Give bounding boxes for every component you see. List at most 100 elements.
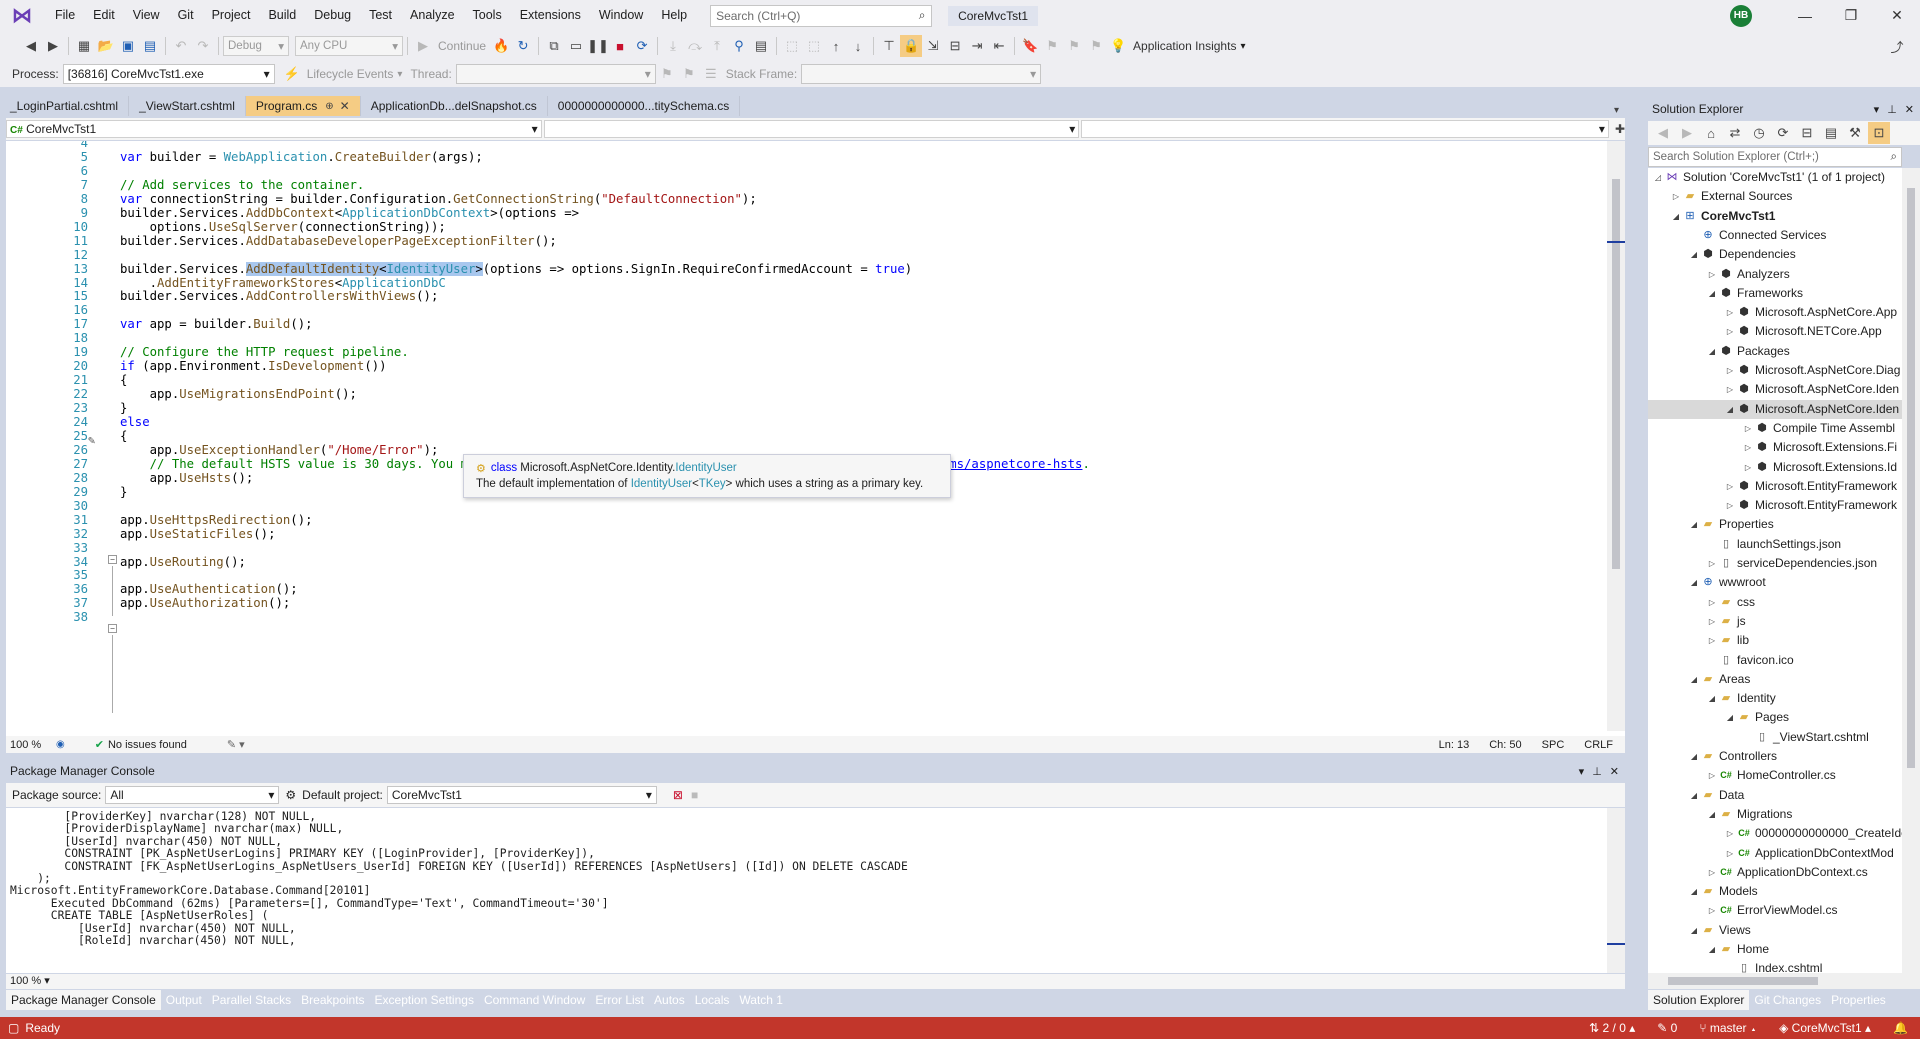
doc-tab[interactable]: _LoginPartial.cshtml [0, 96, 130, 116]
tree-item[interactable]: ▷ ⬢ Microsoft.Extensions.Fi [1742, 438, 1897, 457]
whitespace-indicator[interactable]: SPC [1542, 739, 1565, 751]
indent-icon[interactable]: ⇥ [966, 35, 988, 57]
se-tab-git-changes[interactable]: Git Changes [1749, 990, 1826, 1010]
tree-item[interactable]: ▷ C# HomeController.cs [1706, 766, 1836, 785]
thread-select[interactable]: ▾ [455, 64, 656, 84]
expand-arrow-icon[interactable]: ◢ [1706, 689, 1718, 708]
expand-arrow-icon[interactable]: ▷ [1706, 631, 1718, 650]
next-bookmark-icon[interactable]: ⚑ [1063, 35, 1085, 57]
expand-arrow-icon[interactable]: ▷ [1724, 477, 1736, 496]
se-vertical-scrollbar[interactable] [1902, 168, 1920, 973]
expand-arrow-icon[interactable]: ◢ [1706, 805, 1718, 824]
code-line[interactable]: builder.Services.AddDatabaseDeveloperPag… [120, 233, 557, 250]
expand-arrow-icon[interactable]: ◢ [1724, 400, 1736, 419]
code-line[interactable]: builder.Services.AddControllersWithViews… [120, 288, 438, 305]
expand-arrow-icon[interactable]: ▷ [1742, 458, 1754, 477]
menu-build[interactable]: Build [259, 0, 305, 31]
undo-icon[interactable]: ↶ [170, 35, 192, 57]
doc-tab[interactable]: 0000000000000...titySchema.cs [548, 96, 741, 116]
lifecycle-events-button[interactable]: Lifecycle Events [303, 67, 398, 81]
tree-item[interactable]: ▷ ⬢ Microsoft.AspNetCore.App [1724, 303, 1897, 322]
diagnostic-icon[interactable]: ⚲ [728, 35, 750, 57]
tree-item[interactable]: ▷ ▰ External Sources [1670, 187, 1792, 206]
git-changes-status[interactable]: ⇅ 2 / 0 ▴ [1589, 1021, 1635, 1035]
tree-item[interactable]: ▷ C# 00000000000000_CreateIde [1724, 824, 1902, 843]
se-tab-solution-explorer[interactable]: Solution Explorer [1648, 990, 1750, 1010]
application-insights-dropdown-icon[interactable]: ▾ [1240, 41, 1245, 52]
pmc-output[interactable]: [ProviderKey] nvarchar(128) NOT NULL, [P… [6, 808, 1625, 973]
tree-item[interactable]: ▷ ⬢ Microsoft.AspNetCore.Diag [1724, 361, 1900, 380]
se-properties-icon[interactable]: ⚒ [1844, 122, 1866, 144]
split-icon[interactable]: ⊟ [944, 35, 966, 57]
pmc-close-icon[interactable]: ✕ [1610, 765, 1619, 778]
code-line[interactable]: if (app.Environment.IsDevelopment()) [120, 358, 387, 375]
expand-arrow-icon[interactable]: ◢ [1706, 284, 1718, 303]
repo-status[interactable]: ◈ CoreMvcTst1 ▴ [1779, 1021, 1871, 1035]
avatar[interactable]: HB [1730, 4, 1752, 27]
tree-item[interactable]: ◢ ⬢ Packages [1706, 342, 1790, 361]
back-icon[interactable]: ◀ [20, 35, 42, 57]
expand-arrow-icon[interactable]: ▷ [1670, 187, 1682, 206]
menu-debug[interactable]: Debug [305, 0, 360, 31]
se-tab-properties[interactable]: Properties [1826, 990, 1891, 1010]
se-preview-icon[interactable]: ⊡ [1868, 122, 1890, 144]
save-icon[interactable]: ▣ [117, 35, 139, 57]
stack-icon[interactable]: ☰ [700, 63, 722, 85]
tree-item[interactable]: ▷ ⬢ Microsoft.Extensions.Id [1742, 458, 1897, 477]
search-input[interactable]: Search (Ctrl+Q) ⌕ [710, 4, 933, 27]
tree-item[interactable]: ◢ ▰ Properties [1688, 515, 1774, 534]
tree-item[interactable]: ▷ C# ErrorViewModel.cs [1706, 901, 1838, 920]
tree-item[interactable]: ▷ ⬢ Microsoft.EntityFramework [1724, 477, 1897, 496]
live-share-icon[interactable]: ⤴ [1886, 35, 1908, 57]
continue-button[interactable]: Continue [434, 39, 490, 53]
tool-tab-output[interactable]: Output [161, 990, 207, 1010]
step-into-icon[interactable]: ⤓ [662, 35, 684, 57]
platform-select[interactable]: Any CPU ▾ [295, 36, 403, 56]
menu-test[interactable]: Test [360, 0, 401, 31]
split-editor-icon[interactable]: ✚ [1611, 122, 1625, 136]
process-select[interactable]: [36816] CoreMvcTst1.exe ▾ [62, 64, 275, 84]
expand-arrow-icon[interactable]: ◢ [1688, 515, 1700, 534]
pmc-zoom[interactable]: 100 % ▾ [6, 974, 1625, 989]
tree-item[interactable]: ◢ ▰ Home [1706, 940, 1769, 959]
layout-icon[interactable]: ▭ [565, 35, 587, 57]
tree-item[interactable]: ▷ C# ApplicationDbContextMod [1724, 844, 1894, 863]
tree-item[interactable]: ▯ _ViewStart.cshtml [1742, 728, 1869, 747]
restore-button[interactable]: ❐ [1828, 7, 1874, 24]
tool-tab-locals[interactable]: Locals [690, 990, 735, 1010]
pmc-dropdown-icon[interactable]: ▾ [1579, 765, 1585, 778]
tooltip-desc-type[interactable]: IdentityUser [631, 478, 692, 490]
format-icon[interactable]: ⇲ [922, 35, 944, 57]
expand-arrow-icon[interactable]: ▷ [1724, 380, 1736, 399]
uncomment-icon[interactable]: ⬚ [803, 35, 825, 57]
tree-item[interactable]: ◢ ▰ Controllers [1688, 747, 1777, 766]
editor-zoom[interactable]: 100 % [6, 739, 56, 751]
tool-tab-parallel-stacks[interactable]: Parallel Stacks [207, 990, 296, 1010]
tree-item[interactable]: ▷ C# ApplicationDbContext.cs [1706, 863, 1868, 882]
col-indicator[interactable]: Ch: 50 [1489, 739, 1521, 751]
tree-item[interactable]: ▷ ▰ js [1706, 612, 1746, 631]
settings-icon[interactable]: ⚙ [285, 788, 296, 802]
expand-arrow-icon[interactable]: ◢ [1706, 342, 1718, 361]
tree-item[interactable]: ◢ ▰ Migrations [1706, 805, 1792, 824]
menu-view[interactable]: View [124, 0, 169, 31]
stop-icon[interactable]: ■ [609, 35, 631, 57]
scroll-thumb[interactable] [1612, 179, 1620, 569]
expand-arrow-icon[interactable]: ▷ [1706, 554, 1718, 573]
tool-tab-error-list[interactable]: Error List [590, 990, 649, 1010]
hot-reload-icon[interactable]: 🔥 [490, 35, 512, 57]
line-ending-indicator[interactable]: CRLF [1584, 739, 1613, 751]
expand-arrow-icon[interactable]: ▷ [1724, 361, 1736, 380]
expand-arrow-icon[interactable]: ▷ [1724, 824, 1736, 843]
tree-item[interactable]: ◢ ⊞ CoreMvcTst1 [1670, 207, 1776, 226]
editor-vertical-scrollbar[interactable] [1607, 141, 1625, 731]
clear-bookmarks-icon[interactable]: ⚑ [1085, 35, 1107, 57]
menu-git[interactable]: Git [169, 0, 203, 31]
browser-link-icon[interactable]: ⧉ [543, 35, 565, 57]
refresh-icon[interactable]: ⟳ [631, 35, 653, 57]
tool-tab-exception-settings[interactable]: Exception Settings [370, 990, 479, 1010]
application-insights-button[interactable]: Application Insights [1129, 39, 1240, 53]
tree-item[interactable]: ◢ ▰ Models [1688, 882, 1758, 901]
tree-item[interactable]: ▯ launchSettings.json [1706, 535, 1841, 554]
tree-item[interactable]: ▯ Index.cshtml [1724, 959, 1822, 973]
